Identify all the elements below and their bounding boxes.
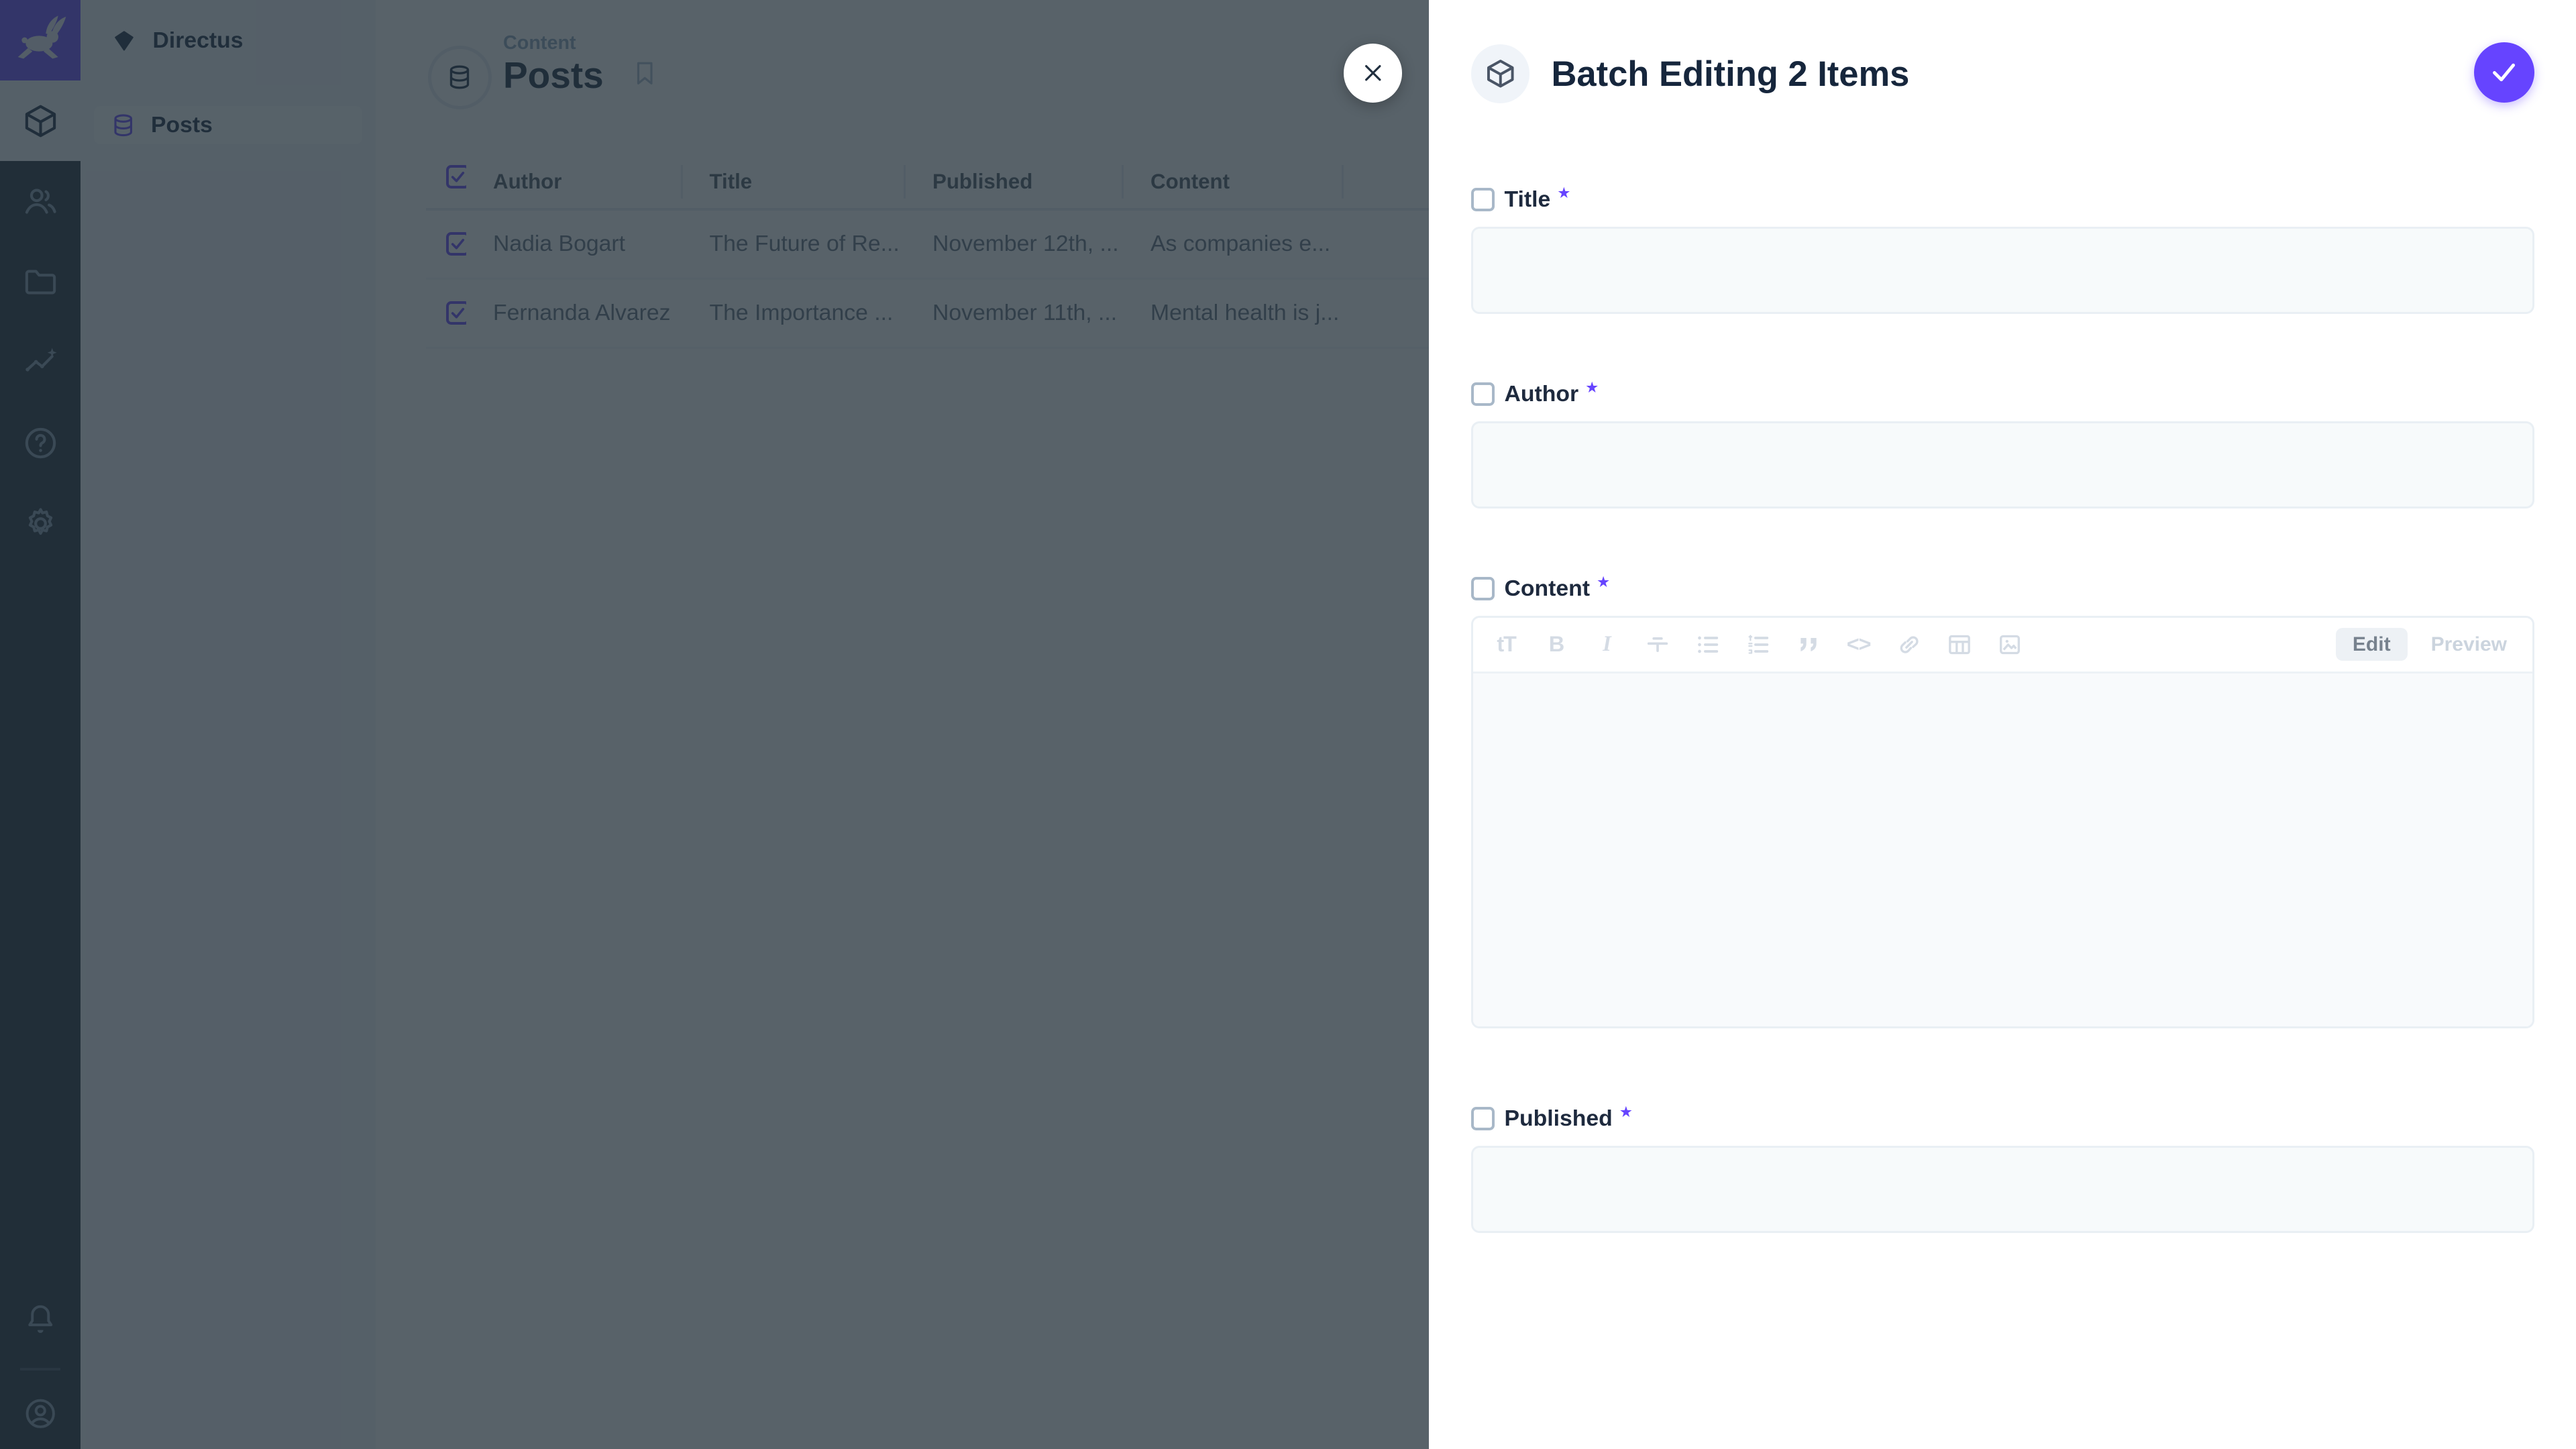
- drawer-overlay[interactable]: [0, 0, 1429, 1449]
- field-author: Author ★: [1471, 382, 2534, 508]
- editor-mode-tabs: Edit Preview: [2336, 628, 2507, 661]
- editor-toolbar: tT B I: [1473, 618, 2532, 674]
- field-enable-checkbox[interactable]: [1471, 188, 1495, 211]
- editor-text-area[interactable]: [1473, 674, 2532, 1026]
- field-label: Author: [1505, 381, 1579, 407]
- field-content: Content ★ tT B I: [1471, 577, 2534, 1028]
- drawer-title-icon-circle: [1471, 44, 1530, 103]
- save-button[interactable]: [2474, 42, 2534, 103]
- close-button[interactable]: [1344, 44, 1403, 103]
- drawer-header: Batch Editing 2 Items: [1429, 0, 2576, 148]
- italic-icon[interactable]: I: [1592, 632, 1622, 657]
- field-published: Published ★: [1471, 1107, 2534, 1233]
- drawer-body: Title ★ Author ★ Content ★: [1429, 148, 2576, 1233]
- field-enable-checkbox[interactable]: [1471, 382, 1495, 406]
- field-label: Content: [1505, 576, 1590, 602]
- numbered-list-icon[interactable]: [1743, 631, 1773, 658]
- required-icon: ★: [1597, 574, 1610, 591]
- check-icon: [2489, 57, 2519, 87]
- field-enable-checkbox[interactable]: [1471, 577, 1495, 600]
- field-label-row: Title ★: [1471, 188, 2534, 211]
- heading-icon[interactable]: tT: [1491, 632, 1521, 657]
- bullet-list-icon[interactable]: [1693, 631, 1723, 658]
- field-title: Title ★: [1471, 188, 2534, 314]
- field-enable-checkbox[interactable]: [1471, 1107, 1495, 1130]
- tab-preview[interactable]: Preview: [2431, 633, 2507, 656]
- link-icon[interactable]: [1894, 631, 1924, 658]
- strikethrough-icon[interactable]: [1642, 631, 1672, 658]
- close-icon: [1360, 60, 1386, 86]
- batch-edit-drawer: Batch Editing 2 Items Title ★: [1429, 0, 2576, 1449]
- title-input[interactable]: [1471, 227, 2534, 314]
- field-label: Title: [1505, 186, 1551, 213]
- field-label-row: Content ★: [1471, 577, 2534, 600]
- image-icon[interactable]: [1994, 631, 2025, 658]
- markdown-editor: tT B I: [1471, 616, 2534, 1028]
- code-icon[interactable]: <>: [1843, 632, 1874, 657]
- required-icon: ★: [1557, 184, 1570, 202]
- author-input[interactable]: [1471, 421, 2534, 508]
- required-icon: ★: [1619, 1104, 1633, 1121]
- box-icon: [1485, 58, 1517, 90]
- published-input[interactable]: [1471, 1146, 2534, 1233]
- directus-app: Directus Posts: [0, 0, 2576, 1449]
- field-label-row: Published ★: [1471, 1107, 2534, 1130]
- bold-icon[interactable]: B: [1542, 632, 1572, 657]
- field-label: Published: [1505, 1106, 1613, 1132]
- table-icon[interactable]: [1944, 631, 1974, 658]
- field-label-row: Author ★: [1471, 382, 2534, 406]
- drawer-title: Batch Editing 2 Items: [1552, 54, 1910, 95]
- blockquote-icon[interactable]: [1793, 631, 1823, 658]
- tab-edit[interactable]: Edit: [2336, 628, 2408, 661]
- required-icon: ★: [1585, 379, 1599, 396]
